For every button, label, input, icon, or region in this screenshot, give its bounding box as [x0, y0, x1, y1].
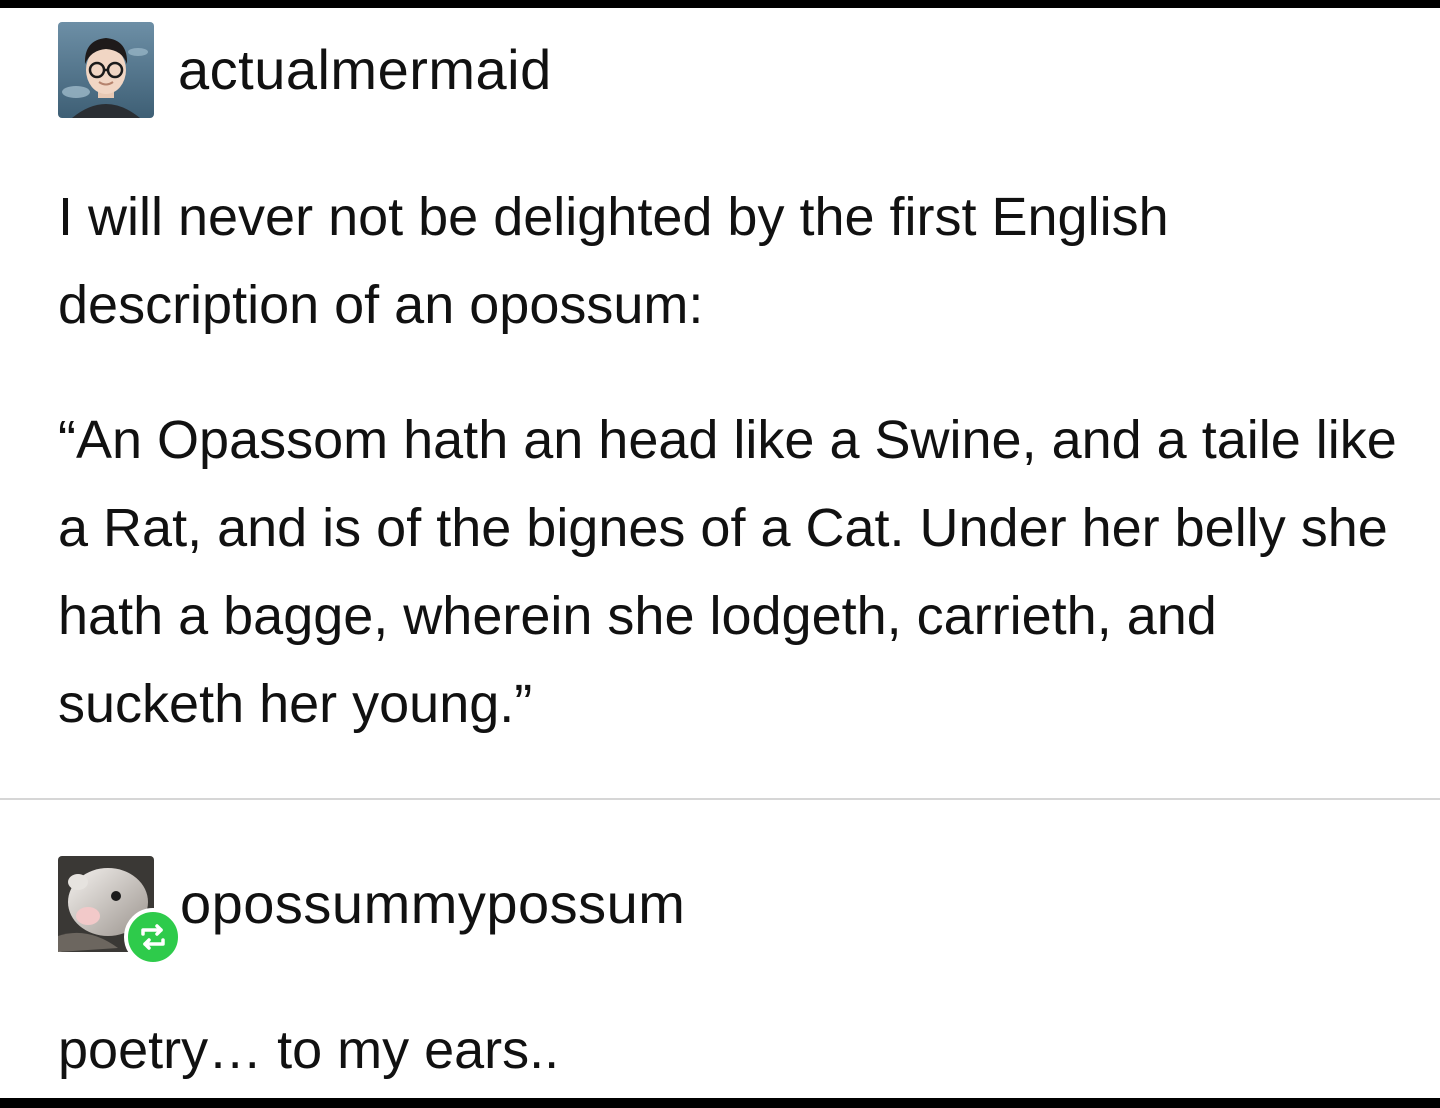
- avatar-person-glasses-icon[interactable]: [58, 22, 154, 118]
- tumblr-post-screenshot: actualmermaid I will never not be deligh…: [0, 8, 1440, 1098]
- post-username[interactable]: opossummypossum: [180, 876, 685, 932]
- reblog-icon: [124, 908, 182, 966]
- post-username[interactable]: actualmermaid: [178, 42, 552, 98]
- post-header: actualmermaid: [58, 22, 552, 118]
- avatar-opossum-icon[interactable]: [58, 856, 182, 966]
- post-body-paragraph: I will never not be delighted by the fir…: [58, 187, 1169, 335]
- post-body-quote: “An Opassom hath an head like a Swine, a…: [58, 410, 1397, 734]
- post-divider: [0, 798, 1440, 800]
- post-body-paragraph: poetry… to my ears..: [58, 1020, 560, 1080]
- post-header: opossummypossum: [58, 856, 685, 966]
